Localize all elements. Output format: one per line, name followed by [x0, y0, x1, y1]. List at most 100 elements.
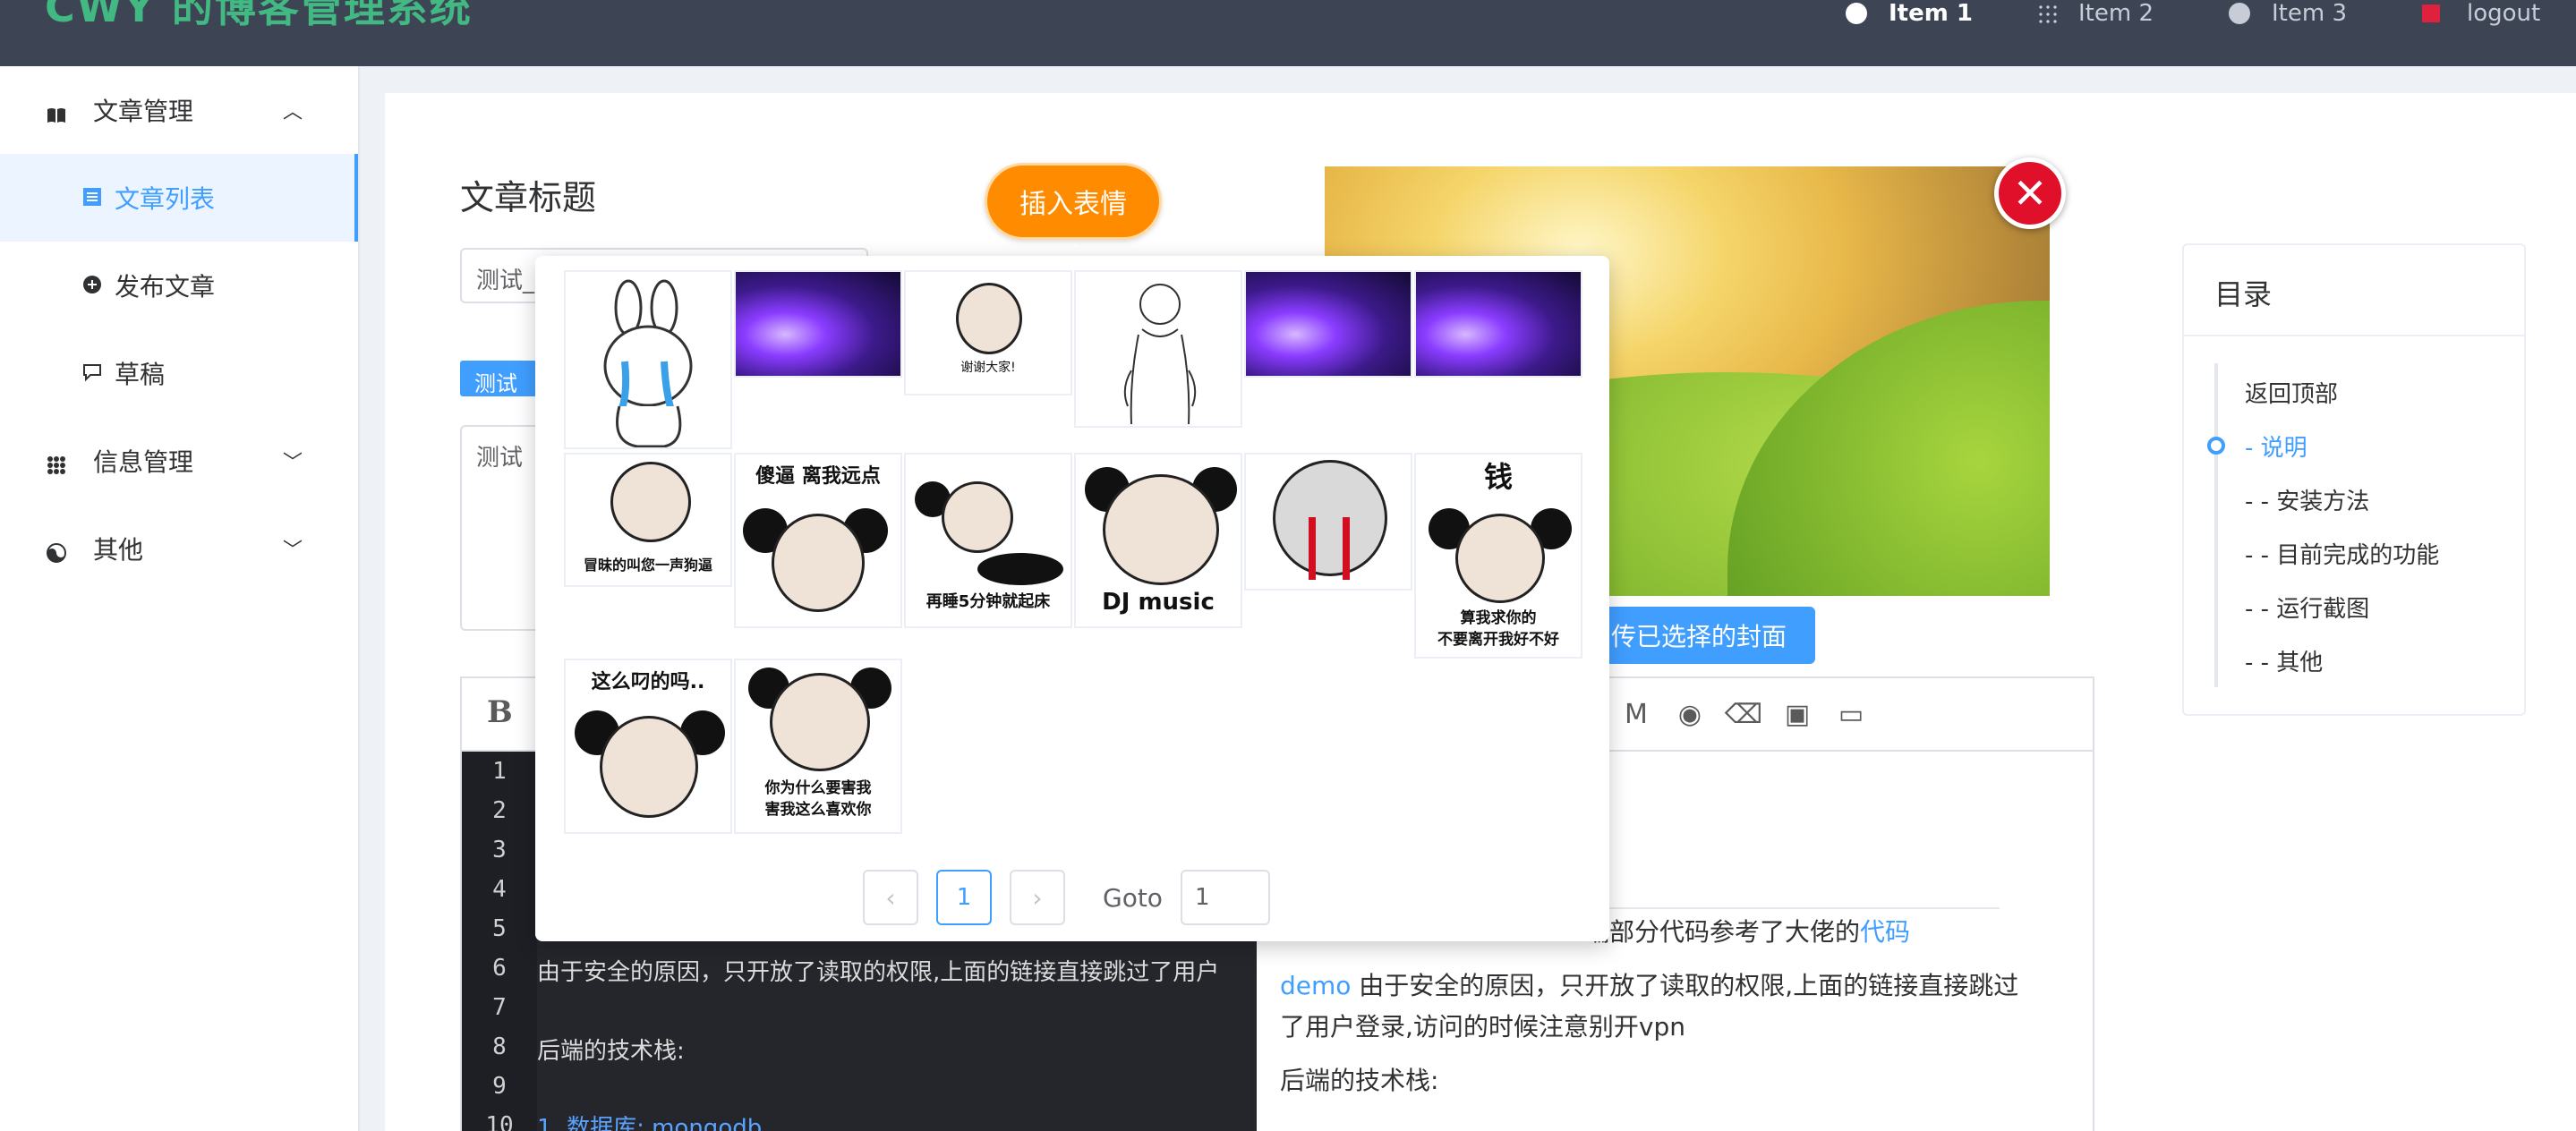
bold-button[interactable]: B — [487, 694, 513, 730]
top-menu-item-1[interactable]: Item 1 — [1846, 0, 1973, 27]
emoji-purple-galaxy[interactable] — [1414, 270, 1582, 378]
insert-emoji-button[interactable]: 插入表情 — [985, 163, 1162, 240]
emoji-panda-go-away[interactable]: 傻逼 离我远点 — [734, 453, 902, 628]
preview-line: 了用户登录,访问的时候注意别开vpn — [1280, 1012, 1685, 1042]
toc-item[interactable]: - - 目前完成的功能 — [2245, 537, 2439, 570]
line-number: 2 — [492, 797, 507, 824]
goto-label: Goto — [1103, 882, 1163, 913]
plus-circle-icon — [82, 271, 102, 301]
emoji-caption: 冒昧的叫您一声狗逼 — [583, 557, 712, 574]
line-number: 1 — [492, 758, 507, 785]
line-number: 8 — [492, 1033, 507, 1060]
emoji-caption: 再睡5分钟就起床 — [925, 592, 1051, 611]
top-header: CWY 的博客管理系统 Item 1 Item 2 Item 3 logout — [0, 0, 2576, 66]
preview-line: demo 由于安全的原因，只开放了读取的权限,上面的链接直接跳过 — [1280, 966, 2018, 1002]
emoji-panda-dog[interactable]: 冒昧的叫您一声狗逼 — [564, 453, 732, 587]
sidebar-item-drafts[interactable]: 草稿 — [0, 329, 358, 417]
emoji-caption: 谢谢大家! — [960, 361, 1016, 375]
preview-line: 后端的技术栈: — [1280, 1066, 1439, 1095]
emoji-face — [770, 673, 870, 771]
emoji-purple-galaxy[interactable] — [1244, 270, 1412, 378]
emoji-caption: 不要离开我好不好 — [1437, 631, 1559, 649]
emoji-panda-nap[interactable]: 再睡5分钟就起床 — [904, 453, 1072, 628]
top-menu-item-2[interactable]: Item 2 — [2037, 0, 2154, 27]
top-menu-item-3[interactable]: Item 3 — [2229, 0, 2347, 27]
line-number: 9 — [492, 1073, 507, 1100]
grid-icon — [47, 452, 66, 474]
sidebar-group-article[interactable]: 文章管理 ︿ — [0, 66, 358, 154]
line-numbers: 1 2 3 4 5 6 7 8 9 10 — [462, 752, 537, 1131]
emoji-caption: 你为什么要害我 — [764, 779, 872, 797]
emoji-face — [610, 462, 691, 542]
preview-line: 端部分代码参考了大佬的代码 — [1584, 913, 1910, 948]
sidebar-item-label: 文章列表 — [115, 184, 216, 214]
sidebar-group-other[interactable]: 其他 ﹀ — [0, 505, 358, 592]
chevron-down-icon: ﹀ — [283, 452, 303, 474]
preview-link[interactable]: demo — [1280, 971, 1351, 1000]
emoji-caption: 算我求你的 — [1460, 609, 1537, 627]
toc-title: 目录 — [2214, 277, 2273, 311]
list-icon — [82, 183, 102, 213]
emoji-sketch-person[interactable] — [1074, 270, 1242, 428]
code-line: 1. 数据库: mongodb — [537, 1115, 763, 1131]
eraser-icon[interactable]: ⌫ — [1717, 696, 1770, 732]
sidebar-item-label: 发布文章 — [115, 272, 216, 302]
upload-cover-button[interactable]: 传已选择的封面 — [1593, 607, 1815, 664]
chevron-up-icon: ︿ — [283, 101, 303, 123]
emoji-face — [772, 514, 865, 612]
toc-item[interactable]: 返回顶部 — [2245, 376, 2338, 409]
emoji-purple-galaxy[interactable] — [734, 270, 902, 378]
preview-text: 端部分代码参考了大佬的 — [1584, 917, 1861, 947]
preview-link[interactable]: 代码 — [1860, 917, 1910, 947]
prev-page-button[interactable]: ‹ — [863, 870, 918, 925]
emoji-blood-tear — [1343, 517, 1350, 580]
line-number: 5 — [492, 915, 507, 942]
emoji-panda-money[interactable]: 钱 算我求你的 不要离开我好不好 — [1414, 453, 1582, 659]
next-page-button[interactable]: › — [1010, 870, 1065, 925]
emoji-face — [956, 283, 1022, 354]
line-number: 4 — [492, 876, 507, 903]
sidebar-group-label: 其他 — [93, 535, 144, 565]
close-cover-icon[interactable]: ✕ — [1994, 157, 2066, 229]
emoji-face — [600, 716, 698, 818]
emoji-caption: 傻逼 离我远点 — [755, 465, 881, 488]
emoji-panda-dj[interactable]: DJ music — [1074, 453, 1242, 628]
preview-icon[interactable]: ◉ — [1663, 696, 1717, 732]
emoji-caption: 钱 — [1483, 460, 1513, 494]
sidebar-group-label: 信息管理 — [93, 447, 194, 477]
toc-item[interactable]: - - 运行截图 — [2245, 591, 2369, 624]
emoji-caption: 害我这么喜欢你 — [764, 801, 872, 819]
tag-badge[interactable]: 测试 — [460, 361, 537, 396]
sidebar-item-publish[interactable]: 发布文章 — [0, 242, 358, 329]
grid-icon — [2037, 4, 2057, 23]
goto-page-input[interactable]: 1 — [1180, 870, 1270, 925]
sidebar-item-article-list[interactable]: 文章列表 — [0, 154, 358, 242]
sidebar-group-info[interactable]: 信息管理 ﹀ — [0, 417, 358, 505]
page-number-button[interactable]: 1 — [936, 870, 992, 925]
save-icon[interactable]: ▣ — [1770, 696, 1824, 732]
preview-text: 由于安全的原因，只开放了读取的权限,上面的链接直接跳过 — [1351, 971, 2019, 1000]
markdown-icon[interactable]: M — [1609, 696, 1663, 732]
emoji-caption: 这么叼的吗.. — [591, 671, 705, 693]
toc-item[interactable]: - - 安装方法 — [2245, 483, 2369, 516]
emoji-panda-crying[interactable]: 你为什么要害我 害我这么喜欢你 — [734, 659, 902, 834]
toc-item[interactable]: - 说明 — [2245, 429, 2307, 463]
emoji-face — [1103, 474, 1219, 585]
emoji-face — [942, 481, 1013, 553]
emoji-thanks-everyone[interactable]: 谢谢大家! — [904, 270, 1072, 395]
chevron-down-icon: ﹀ — [283, 540, 303, 562]
toc-rail — [2214, 363, 2218, 687]
logout-label: logout — [2467, 0, 2541, 27]
emoji-caption: DJ music — [1102, 589, 1215, 616]
toc-item[interactable]: - - 其他 — [2245, 644, 2323, 677]
toc-toggle-icon[interactable]: ▭ — [1824, 696, 1878, 732]
compass-icon — [1846, 3, 1867, 24]
emoji-crying-rabbit[interactable] — [564, 270, 732, 449]
top-menu-label: Item 1 — [1889, 0, 1973, 27]
logout-menu-item[interactable]: logout — [2422, 0, 2540, 27]
emoji-panda-question[interactable]: 这么叼的吗.. — [564, 659, 732, 834]
code-line: 由于安全的原因，只开放了读取的权限,上面的链接直接跳过了用户 — [537, 959, 1220, 986]
emoji-panda-blood-tears[interactable] — [1244, 453, 1412, 591]
line-number: 10 — [485, 1112, 514, 1131]
yin-yang-icon — [47, 540, 66, 563]
